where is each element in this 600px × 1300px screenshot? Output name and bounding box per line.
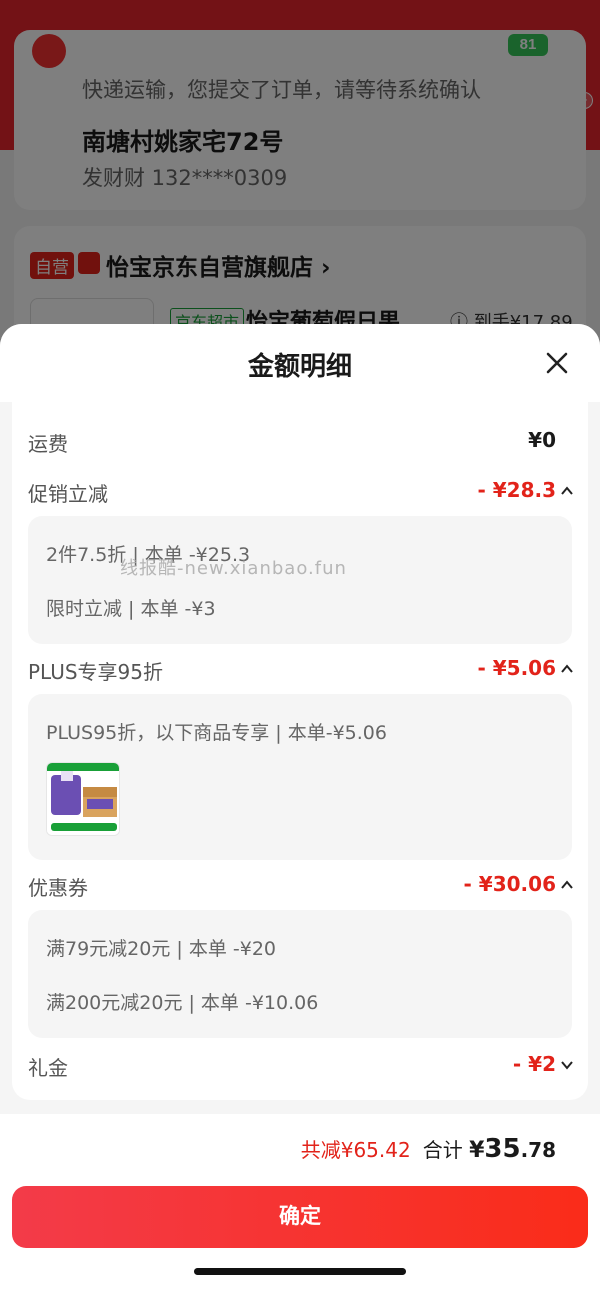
total-decimal: .78 xyxy=(520,1138,556,1162)
plus-detail-line: PLUS95折，以下商品专享 | 本单-¥5.06 xyxy=(46,722,387,744)
amount-detail-sheet: 金额明细 运费 ¥0 促销立减 - ¥28.3 2件7.5折 | 本单 -¥25… xyxy=(0,324,600,1300)
plus-detail-box: PLUS95折，以下商品专享 | 本单-¥5.06 xyxy=(28,694,572,860)
total-discount: 共减¥65.42 xyxy=(300,1138,411,1162)
close-icon[interactable] xyxy=(540,346,574,380)
chevron-up-icon[interactable] xyxy=(560,662,574,676)
gift-value[interactable]: - ¥2 xyxy=(513,1052,556,1076)
coupon-value[interactable]: - ¥30.06 xyxy=(464,872,556,896)
chevron-up-icon[interactable] xyxy=(560,878,574,892)
plus-value[interactable]: - ¥5.06 xyxy=(477,656,556,680)
promo-value[interactable]: - ¥28.3 xyxy=(477,478,556,502)
promo-detail-box: 2件7.5折 | 本单 -¥25.3 限时立减 | 本单 -¥3 xyxy=(28,516,572,644)
home-indicator[interactable] xyxy=(194,1268,406,1275)
coupon-detail-line: 满79元减20元 | 本单 -¥20 xyxy=(46,938,276,960)
shipping-value: ¥0 xyxy=(528,428,556,452)
watermark: 线报酷-new.xianbao.fun xyxy=(120,558,347,579)
product-image xyxy=(47,763,119,835)
total-currency: ¥ xyxy=(469,1138,485,1163)
amount-detail-card: 运费 ¥0 促销立减 - ¥28.3 2件7.5折 | 本单 -¥25.3 限时… xyxy=(12,402,588,1100)
shipping-label: 运费 xyxy=(28,432,68,456)
promo-detail-line: 限时立减 | 本单 -¥3 xyxy=(46,598,216,620)
coupon-detail-box: 满79元减20元 | 本单 -¥20 满200元减20元 | 本单 -¥10.0… xyxy=(28,910,572,1038)
product-thumbnail[interactable] xyxy=(46,762,120,836)
sheet-header: 金额明细 xyxy=(0,324,600,402)
sheet-footer: 共减¥65.42 合计 ¥35.78 确定 xyxy=(0,1114,600,1300)
plus-label: PLUS专享95折 xyxy=(28,660,163,684)
total-label: 合计 xyxy=(422,1138,463,1162)
coupon-label: 优惠券 xyxy=(28,876,88,900)
gift-label: 礼金 xyxy=(28,1056,68,1080)
coupon-detail-line: 满200元减20元 | 本单 -¥10.06 xyxy=(46,992,319,1014)
total-summary: 共减¥65.42 合计 ¥35.78 xyxy=(301,1134,556,1164)
sheet-title: 金额明细 xyxy=(247,352,352,382)
promo-label: 促销立减 xyxy=(28,482,108,506)
total-integer: 35 xyxy=(484,1134,521,1164)
confirm-button[interactable]: 确定 xyxy=(12,1186,588,1248)
chevron-up-icon[interactable] xyxy=(560,484,574,498)
chevron-down-icon[interactable] xyxy=(560,1058,574,1072)
